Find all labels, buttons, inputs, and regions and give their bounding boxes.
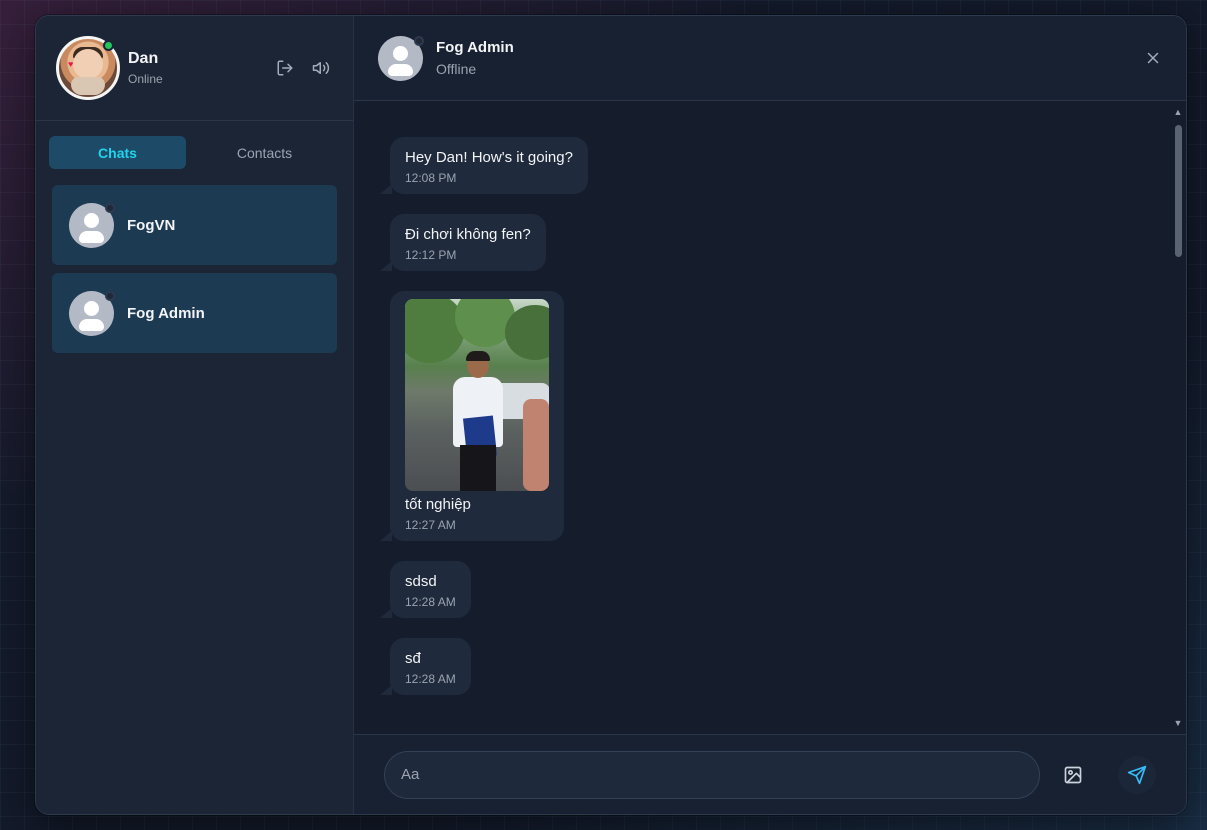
message-bubble: sđ 12:28 AM [380,638,471,695]
speaker-icon[interactable] [311,58,331,78]
message-bubble: sdsd 12:28 AM [380,561,471,618]
sidebar-tabs: Chats Contacts [36,121,353,179]
scroll-up-icon[interactable]: ▲ [1173,107,1183,117]
logout-icon[interactable] [275,58,295,78]
message-bubble: Đi chơi không fen? 12:12 PM [380,214,546,271]
my-name: Dan [128,50,159,67]
message-time: 12:27 AM [405,518,456,532]
offline-status-dot [105,290,115,301]
chat-name: Fog Admin [127,304,205,322]
chat-item-fogvn[interactable]: FogVN [52,185,337,265]
message-input[interactable] [384,750,1040,799]
message-time: 12:12 PM [405,248,457,262]
message-time: 12:08 PM [405,171,457,185]
message-text: sđ [405,650,421,667]
online-status-dot [103,40,114,51]
conversation-status: Offline [436,61,477,77]
scroll-down-icon[interactable]: ▼ [1173,718,1183,728]
user-avatar-icon [69,290,115,336]
offline-status-dot [414,35,424,46]
message-text: Hey Dan! How's it going? [405,149,573,166]
my-avatar[interactable]: ♥ [56,36,120,100]
my-status: Online [128,72,163,86]
chat-app: ♥ Dan Online Chats Contacts FogVN Fog Ad… [35,15,1187,815]
message-bubble: Hey Dan! How's it going? 12:08 PM [380,137,588,194]
sidebar: ♥ Dan Online Chats Contacts FogVN Fog Ad… [36,16,354,814]
message-time: 12:28 AM [405,595,456,609]
message-list[interactable]: Hey Dan! How's it going? 12:08 PM Đi chơ… [354,101,1186,734]
chat-list: FogVN Fog Admin [36,179,353,359]
tab-contacts[interactable]: Contacts [196,136,333,169]
chat-item-fog-admin[interactable]: Fog Admin [52,273,337,353]
message-composer [354,734,1186,814]
send-icon [1127,765,1147,784]
heart-icon: ♥ [68,59,74,69]
message-bubble: tốt nghiệp 12:27 AM [380,291,564,541]
offline-status-dot [105,202,115,213]
send-button[interactable] [1118,755,1156,794]
conversation-header: Fog Admin Offline [354,16,1186,101]
message-text: tốt nghiệp [405,496,471,513]
tab-chats[interactable]: Chats [49,136,186,169]
scrollbar-thumb[interactable] [1175,125,1182,257]
message-text: sdsd [405,573,437,590]
scrollbar[interactable]: ▲ ▼ [1173,107,1183,728]
my-profile: ♥ Dan Online [36,16,353,121]
conversation-panel: Fog Admin Offline Hey Dan! How's it goin… [354,16,1186,814]
user-avatar-icon [378,35,424,81]
chat-name: FogVN [127,216,176,234]
message-time: 12:28 AM [405,672,456,686]
close-icon[interactable] [1144,49,1162,67]
conversation-name: Fog Admin [436,39,514,56]
user-avatar-icon [69,202,115,248]
image-icon[interactable] [1062,764,1084,786]
message-photo[interactable] [405,299,549,491]
message-text: Đi chơi không fen? [405,226,531,243]
